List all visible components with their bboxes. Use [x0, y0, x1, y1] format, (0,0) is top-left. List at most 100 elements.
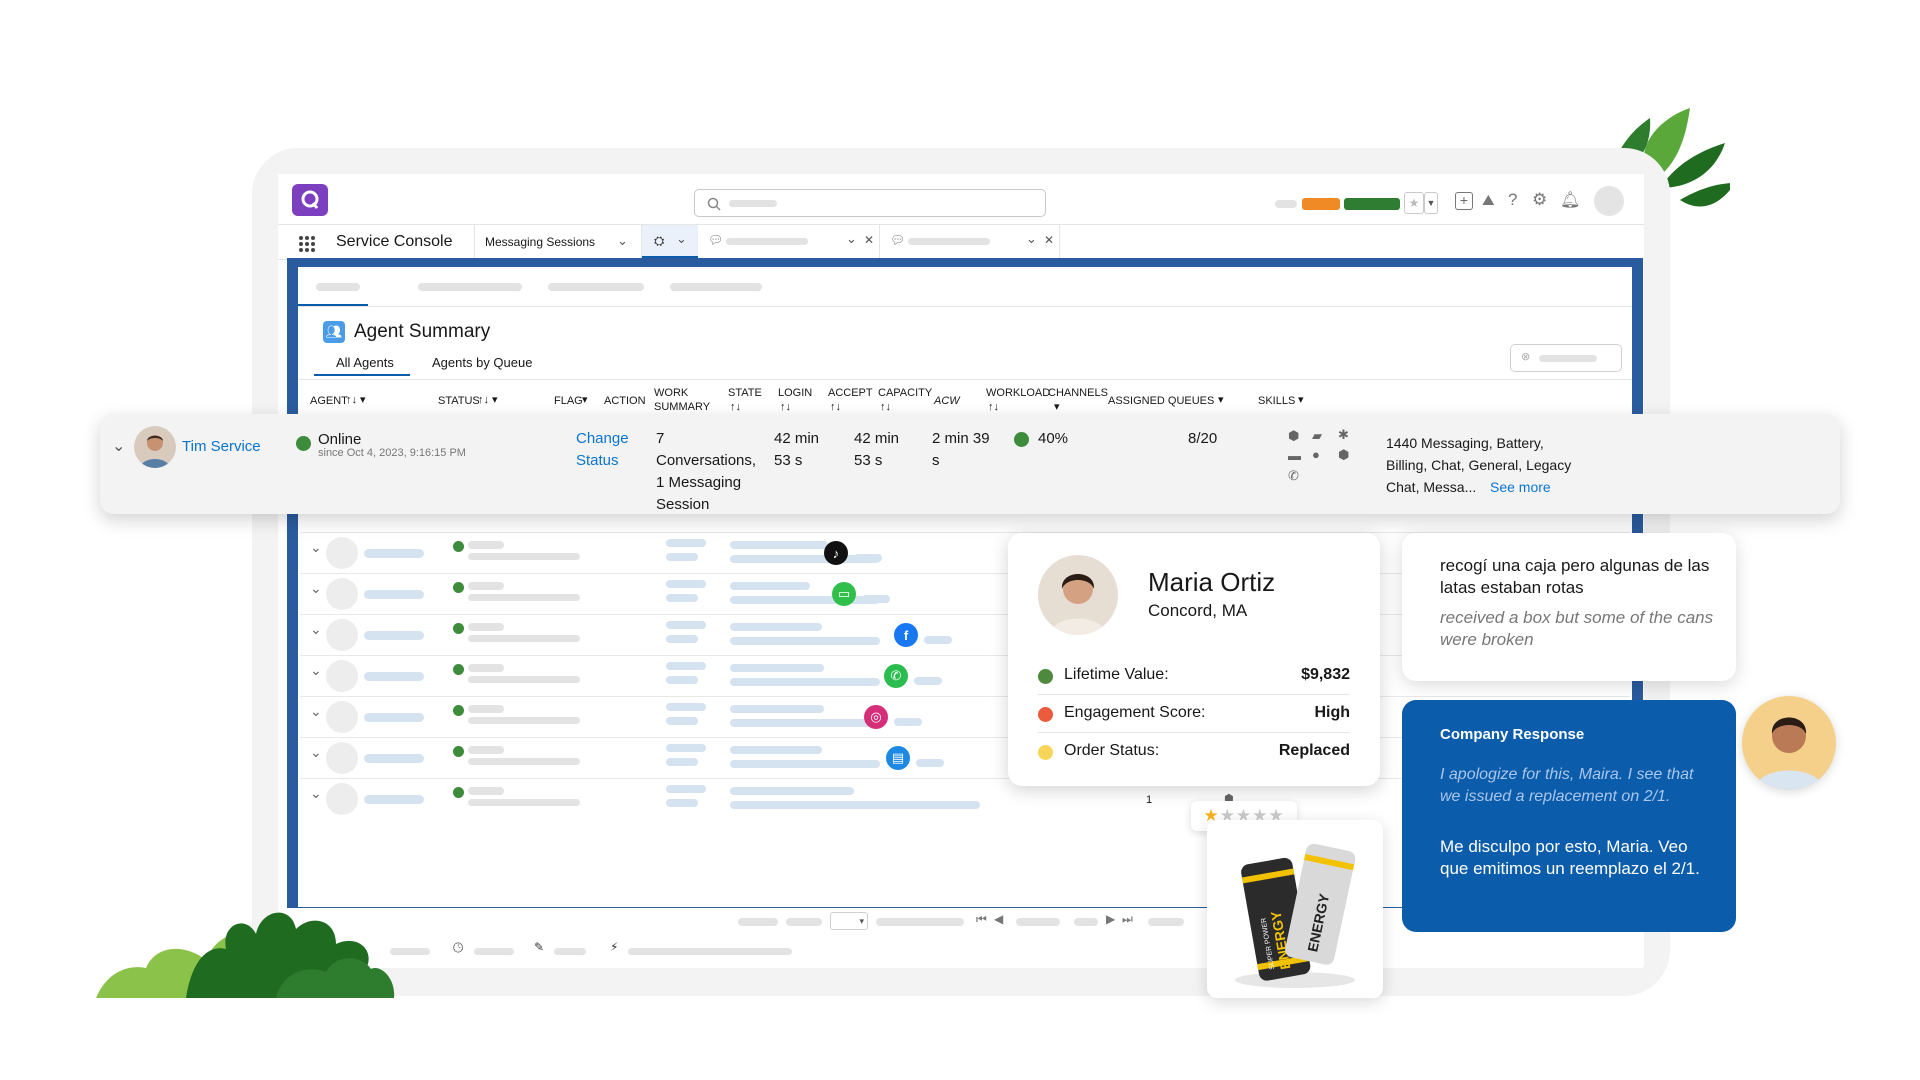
avatar: [326, 742, 358, 774]
panel-search-input[interactable]: ⊗: [1510, 344, 1622, 372]
avatar: [326, 783, 358, 815]
chevron-down-icon[interactable]: ▾: [582, 393, 588, 407]
page-size-select[interactable]: ▾: [830, 912, 868, 930]
column-accept[interactable]: ACCEPT: [828, 386, 873, 400]
status-dot: [453, 746, 464, 757]
trailhead-icon[interactable]: ⛰: [1482, 192, 1495, 209]
incoming-message-bubble: recogí una caja pero algunas de las lata…: [1402, 533, 1736, 681]
column-skills[interactable]: SKILLS: [1258, 394, 1295, 408]
avatar: [326, 619, 358, 651]
chevron-down-icon[interactable]: ▾: [1298, 393, 1304, 407]
column-assigned-queues[interactable]: ASSIGNED QUEUES: [1108, 394, 1214, 408]
column-status[interactable]: STATUS: [438, 394, 480, 408]
next-page-icon[interactable]: ▶: [1106, 912, 1115, 926]
add-icon[interactable]: +: [1455, 192, 1473, 210]
response-translation: I apologize for this, Maira. I see that …: [1440, 766, 1694, 805]
history-icon[interactable]: 🕒︎: [453, 940, 463, 956]
tab-messaging-sessions[interactable]: Messaging Sessions ⌄: [474, 225, 642, 259]
close-icon[interactable]: ✕: [864, 233, 874, 247]
column-capacity[interactable]: CAPACITY: [878, 386, 932, 400]
capacity-value: 40%: [1038, 430, 1069, 447]
expand-chevron-icon[interactable]: ⌄: [310, 703, 322, 720]
agent-rep-avatar: [1742, 696, 1836, 790]
see-more-link[interactable]: See more: [1490, 476, 1551, 498]
tab-all-agents[interactable]: All Agents: [336, 355, 394, 370]
energy-cans-image: ENERGY SUPER POWER ENERGY: [1235, 843, 1356, 988]
sort-icon[interactable]: ↑↓ ▾: [346, 393, 366, 407]
channel-cube-icon: ⬢: [1338, 447, 1350, 462]
status-dot: [1038, 669, 1053, 684]
status-online-dot: [296, 436, 311, 451]
expand-chevron-icon[interactable]: ⌄: [112, 436, 125, 456]
message-original: recogí una caja pero algunas de las lata…: [1440, 556, 1710, 597]
column-workload[interactable]: WORKLOAD: [986, 386, 1050, 400]
tab-omni-supervisor[interactable]: ⛭ ⌄: [642, 225, 698, 259]
expand-chevron-icon[interactable]: ⌄: [310, 662, 322, 679]
status-dot: [453, 541, 464, 552]
table-header: AGENT ↑↓ ▾ STATUS ↑↓ ▾ FLAG ▾ ACTION WOR…: [298, 379, 1632, 419]
settings-gear-icon[interactable]: ⚙: [1532, 190, 1547, 210]
sort-icon[interactable]: ↑↓: [880, 400, 891, 414]
response-title: Company Response: [1440, 726, 1585, 743]
help-icon[interactable]: ?: [1508, 190, 1517, 210]
tab-agents-by-queue[interactable]: Agents by Queue: [432, 355, 532, 370]
chevron-down-icon[interactable]: ▾: [1218, 393, 1224, 407]
agent-name-link[interactable]: Tim Service: [182, 436, 261, 458]
change-status-line2[interactable]: Status: [576, 450, 619, 472]
column-login[interactable]: LOGIN: [778, 386, 812, 400]
search-icon: ⊗: [1521, 351, 1531, 363]
chevron-down-icon[interactable]: ▾: [1054, 400, 1060, 414]
expand-chevron-icon[interactable]: ⌄: [310, 785, 322, 802]
macros-icon[interactable]: ⚡: [610, 940, 618, 954]
agent-avatar: [134, 426, 176, 468]
org-indicator: [1302, 198, 1340, 210]
status-dot: [453, 705, 464, 716]
whatsapp-icon: ✆: [884, 664, 908, 688]
first-page-icon[interactable]: ⏮: [976, 912, 987, 927]
queues-2: Billing, Chat, General, Legacy: [1386, 457, 1572, 473]
column-agent[interactable]: AGENT: [310, 394, 348, 408]
expand-chevron-icon[interactable]: ⌄: [310, 621, 322, 638]
chevron-down-icon[interactable]: ⌄: [676, 231, 687, 247]
expand-chevron-icon[interactable]: ⌄: [310, 580, 322, 597]
header-placeholder: [1275, 200, 1297, 208]
expand-chevron-icon[interactable]: ⌄: [310, 539, 322, 556]
status-dot: [1038, 745, 1053, 760]
last-page-icon[interactable]: ⏭: [1122, 912, 1133, 927]
sort-icon[interactable]: ↑↓ ▾: [478, 393, 498, 407]
tab-placeholder-2[interactable]: 💬︎ ⌄ ✕: [880, 225, 1060, 259]
sort-icon[interactable]: ↑↓: [830, 400, 841, 414]
column-state[interactable]: STATE: [728, 386, 762, 400]
column-work-summary-1: WORK: [654, 387, 689, 399]
chevron-down-icon[interactable]: ⌄: [617, 233, 628, 249]
product-card: ENERGY SUPER POWER ENERGY: [1207, 820, 1383, 998]
prev-page-icon[interactable]: ◀: [994, 912, 1003, 926]
close-icon[interactable]: ✕: [1044, 233, 1054, 247]
line-icon: ▭: [832, 582, 856, 606]
change-status-line1[interactable]: Change: [576, 428, 629, 450]
expand-chevron-icon[interactable]: ⌄: [310, 744, 322, 761]
customer-avatar: [1038, 555, 1118, 635]
tab-placeholder-1[interactable]: 💬︎ ⌄ ✕: [698, 225, 880, 259]
app-logo[interactable]: [292, 184, 328, 216]
highlighted-agent-row[interactable]: ⌄ Tim Service Online since Oct 4, 2023, …: [100, 414, 1840, 514]
sort-icon[interactable]: ↑↓: [988, 400, 999, 414]
app-launcher-icon[interactable]: [298, 235, 316, 253]
favorites-star-icon[interactable]: ★: [1404, 192, 1424, 214]
sort-icon[interactable]: ↑↓: [730, 400, 741, 414]
chevron-down-icon[interactable]: ⌄: [846, 231, 857, 247]
sort-icon[interactable]: ↑↓: [780, 400, 791, 414]
favorites-dropdown-icon[interactable]: ▼: [1424, 192, 1438, 214]
column-flag[interactable]: FLAG: [554, 394, 583, 408]
notifications-bell-icon[interactable]: 🔔︎: [1560, 190, 1580, 210]
status-dot: [453, 623, 464, 634]
facebook-icon: f: [894, 623, 918, 647]
user-avatar[interactable]: [1594, 186, 1624, 216]
avatar: [326, 578, 358, 610]
bush-bottom-left-decoration: [96, 912, 395, 998]
global-search-input[interactable]: [694, 189, 1046, 217]
avatar: [326, 660, 358, 692]
chevron-down-icon[interactable]: ⌄: [1026, 231, 1037, 247]
notes-icon[interactable]: ✎: [534, 940, 544, 954]
column-channels[interactable]: CHANNELS: [1048, 386, 1108, 400]
